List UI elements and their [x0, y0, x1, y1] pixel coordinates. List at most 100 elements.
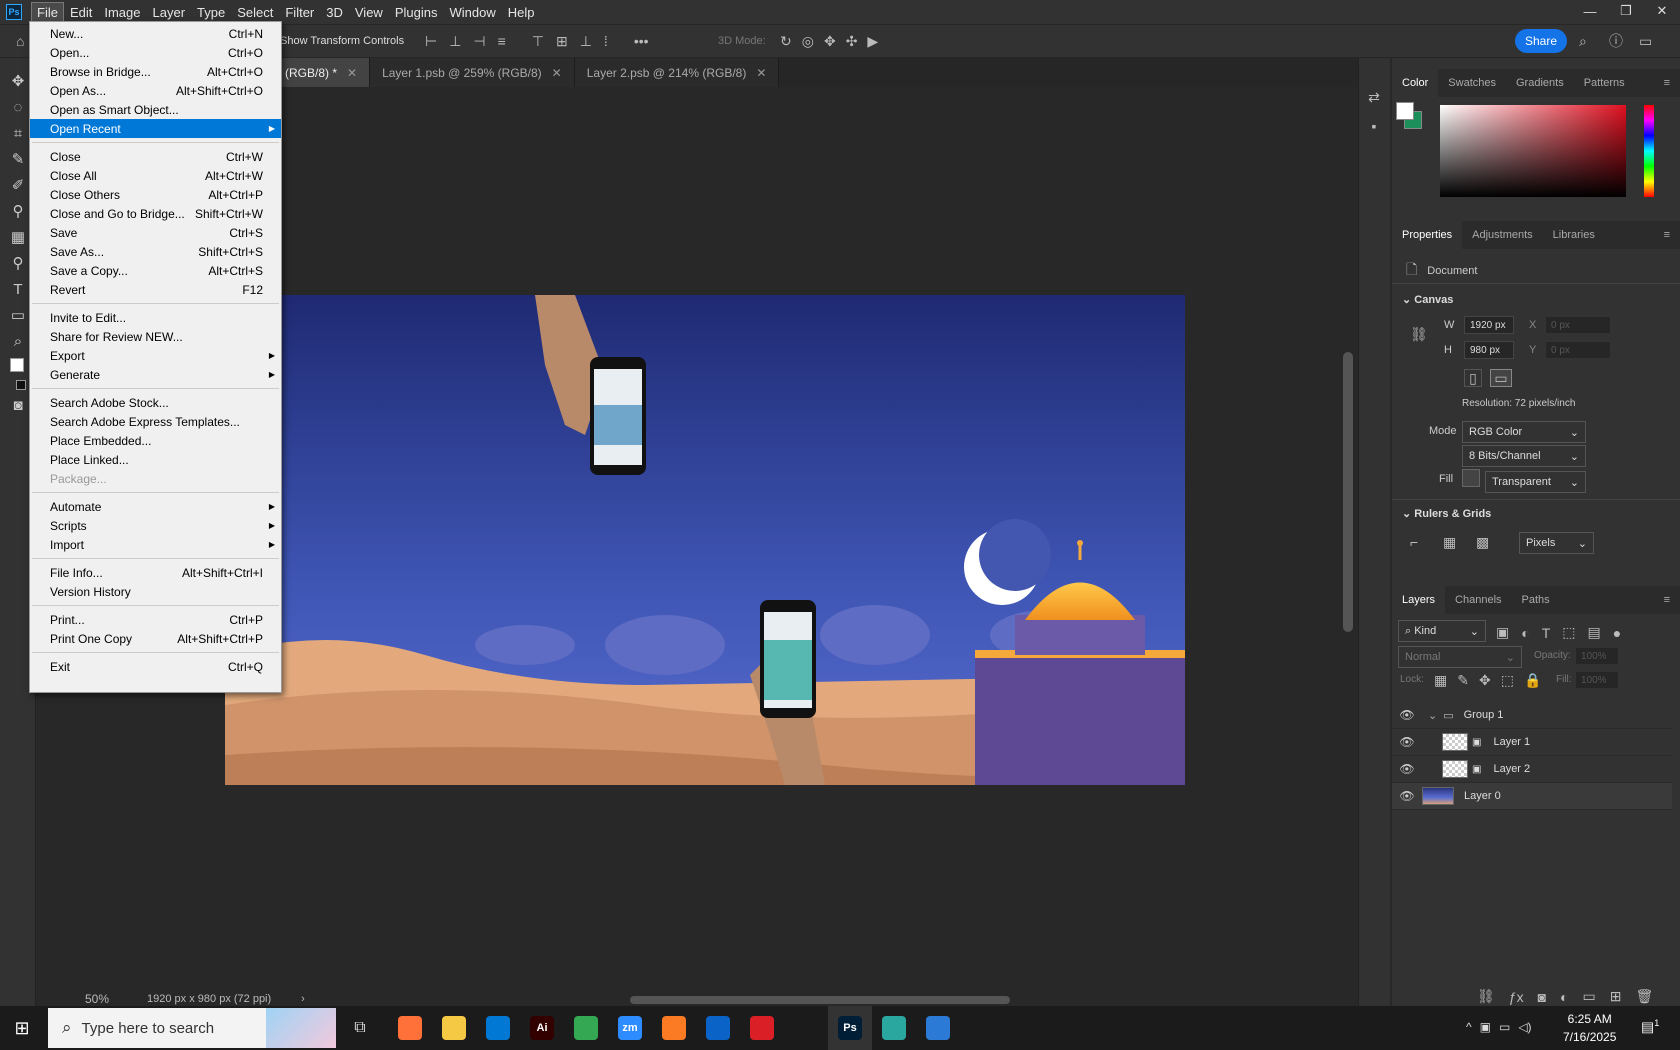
search-icon[interactable]: ⌕ — [1579, 33, 1587, 50]
layer-row[interactable]: 👁 ⌄ ▭ Group 1 — [1392, 702, 1672, 729]
panel-menu-icon[interactable]: ≡ — [1654, 586, 1680, 614]
document-tab[interactable]: Layer 1.psb @ 259% (RGB/8) ✕ — [370, 58, 575, 87]
canvas-section-title[interactable]: ⌄ Canvas — [1402, 293, 1453, 306]
new-group-icon[interactable]: ▭ — [1583, 988, 1596, 1005]
menu-item-save-as[interactable]: Save As... Shift+Ctrl+S — [30, 242, 281, 261]
comments-icon[interactable]: ▪ — [1359, 112, 1389, 140]
3d-slide-icon[interactable]: ✣ — [846, 33, 858, 50]
menu-item-open-as[interactable]: Open As... Alt+Shift+Ctrl+O — [30, 81, 281, 100]
horizontal-scrollbar[interactable] — [300, 994, 1325, 1004]
tab-patterns[interactable]: Patterns — [1574, 69, 1635, 97]
volume-icon[interactable]: ◁) — [1518, 1020, 1531, 1034]
lock-transparency-icon[interactable]: ▦ — [1434, 672, 1447, 689]
tab-adjustments[interactable]: Adjustments — [1462, 221, 1543, 249]
menu-image[interactable]: Image — [99, 3, 145, 22]
align-top-icon[interactable]: ⊤ — [532, 33, 544, 50]
pixel-filter-icon[interactable]: ▣ — [1496, 624, 1509, 641]
chevron-up-icon[interactable]: ^ — [1466, 1020, 1472, 1034]
link-layers-icon[interactable]: ⛓ — [1477, 988, 1495, 1005]
menu-edit[interactable]: Edit — [65, 3, 97, 22]
close-window-button[interactable]: ✕ — [1644, 0, 1680, 22]
minimize-button[interactable]: — — [1572, 0, 1608, 22]
document-tab[interactable]: Layer 2.psb @ 214% (RGB/8) ✕ — [574, 58, 780, 87]
bits-select[interactable]: 8 Bits/Channel ⌄ — [1462, 445, 1586, 467]
menu-item-revert[interactable]: Revert F12 — [30, 280, 281, 299]
scroll-thumb[interactable] — [630, 996, 1010, 1004]
tab-properties[interactable]: Properties — [1392, 221, 1463, 249]
windows-start-icon[interactable]: ⊞ — [0, 1006, 44, 1050]
taskbar-zoom[interactable]: zm — [608, 1006, 652, 1050]
menu-item-print[interactable]: Print... Ctrl+P — [30, 610, 281, 629]
menu-item-exit[interactable]: Exit Ctrl+Q — [30, 657, 281, 676]
taskbar-search[interactable]: ⌕ Type here to search — [48, 1008, 336, 1048]
landscape-icon[interactable]: ▭ — [1490, 369, 1512, 387]
close-tab-icon[interactable]: ✕ — [347, 66, 357, 80]
document-canvas[interactable] — [225, 295, 1185, 785]
notifications-icon[interactable]: ▤1 — [1641, 1018, 1659, 1036]
taskbar-firefox[interactable] — [388, 1006, 432, 1050]
menu-item-close-all[interactable]: Close All Alt+Ctrl+W — [30, 166, 281, 185]
menu-item-print-one-copy[interactable]: Print One Copy Alt+Shift+Ctrl+P — [30, 629, 281, 648]
guides-icon[interactable]: ▩ — [1476, 534, 1489, 551]
color-field[interactable] — [1440, 105, 1626, 197]
tab-libraries[interactable]: Libraries — [1543, 221, 1605, 249]
y-field[interactable]: 0 px — [1545, 341, 1611, 359]
menu-item-generate[interactable]: Generate ▶ — [30, 365, 281, 384]
menu-item-automate[interactable]: Automate ▶ — [30, 497, 281, 516]
close-tab-icon[interactable]: ✕ — [756, 66, 766, 80]
fill-swatch[interactable] — [1462, 469, 1480, 487]
menu-item-place-linked[interactable]: Place Linked... — [30, 450, 281, 469]
align-left-icon[interactable]: ⊢ — [425, 33, 437, 50]
menu-layer[interactable]: Layer — [148, 3, 191, 22]
tab-swatches[interactable]: Swatches — [1438, 69, 1506, 97]
menu-help[interactable]: Help — [503, 3, 540, 22]
menu-item-save[interactable]: Save Ctrl+S — [30, 223, 281, 242]
share-button[interactable]: Share — [1515, 29, 1567, 53]
lock-position-icon[interactable]: ✥ — [1479, 672, 1491, 689]
menu-item-open-as-smart-object[interactable]: Open as Smart Object... — [30, 100, 281, 119]
fill-field[interactable]: 100% — [1575, 671, 1619, 689]
task-view-icon[interactable]: ⧉ — [338, 1006, 382, 1050]
align-middle-icon[interactable]: ⊞ — [556, 33, 568, 50]
3d-roll-icon[interactable]: ◎ — [802, 33, 814, 50]
visibility-eye-icon[interactable]: 👁 — [1392, 762, 1422, 776]
taskbar-chrome[interactable] — [564, 1006, 608, 1050]
network-icon[interactable]: ▣ — [1480, 1020, 1491, 1034]
visibility-eye-icon[interactable]: 👁 — [1392, 708, 1422, 722]
foreground-color-swatch[interactable] — [10, 358, 24, 372]
new-layer-icon[interactable]: ⊞ — [1610, 988, 1622, 1005]
menu-item-place-embedded[interactable]: Place Embedded... — [30, 431, 281, 450]
portrait-icon[interactable]: ▯ — [1464, 369, 1482, 387]
tab-paths[interactable]: Paths — [1512, 586, 1560, 614]
menu-item-search-adobe-express-templates[interactable]: Search Adobe Express Templates... — [30, 412, 281, 431]
distribute-vertical-icon[interactable]: ⁞ — [604, 33, 608, 49]
workspace-icon[interactable]: ▭ — [1639, 33, 1652, 50]
link-icon[interactable]: ⛓ — [1410, 326, 1428, 343]
restore-button[interactable]: ❐ — [1608, 0, 1644, 22]
menu-file[interactable]: File — [31, 1, 64, 23]
grid-icon[interactable]: ▦ — [1443, 534, 1456, 551]
kind-filter[interactable]: ⌕ Kind ⌄ — [1398, 620, 1486, 642]
menu-item-close-and-go-to-bridge[interactable]: Close and Go to Bridge... Shift+Ctrl+W — [30, 204, 281, 223]
taskbar-photoshop[interactable]: Ps — [828, 1006, 872, 1050]
menu-item-save-a-copy[interactable]: Save a Copy... Alt+Ctrl+S — [30, 261, 281, 280]
height-field[interactable]: 980 px — [1464, 341, 1514, 359]
align-center-icon[interactable]: ⊥ — [449, 33, 461, 50]
hue-slider[interactable] — [1644, 105, 1654, 197]
opacity-field[interactable]: 100% — [1575, 647, 1619, 665]
menu-item-scripts[interactable]: Scripts ▶ — [30, 516, 281, 535]
fx-icon[interactable]: ƒx — [1509, 989, 1524, 1005]
3d-scale-icon[interactable]: ▶ — [867, 33, 878, 50]
taskbar-outlook[interactable] — [696, 1006, 740, 1050]
menu-item-invite-to-edit[interactable]: Invite to Edit... — [30, 308, 281, 327]
ruler-icon[interactable]: ⌐ — [1410, 534, 1418, 550]
zoom-level[interactable]: 50% — [85, 992, 109, 1006]
menu-view[interactable]: View — [350, 3, 388, 22]
layer-row[interactable]: 👁 ▣ Layer 2 — [1392, 756, 1672, 783]
menu-3d[interactable]: 3D — [321, 3, 348, 22]
menu-item-close[interactable]: Close Ctrl+W — [30, 147, 281, 166]
adjustment-filter-icon[interactable]: ◐ — [1521, 625, 1529, 641]
menu-item-browse-in-bridge[interactable]: Browse in Bridge... Alt+Ctrl+O — [30, 62, 281, 81]
foreground-color-swatch[interactable] — [1396, 102, 1414, 120]
tab-color[interactable]: Color — [1392, 69, 1439, 97]
